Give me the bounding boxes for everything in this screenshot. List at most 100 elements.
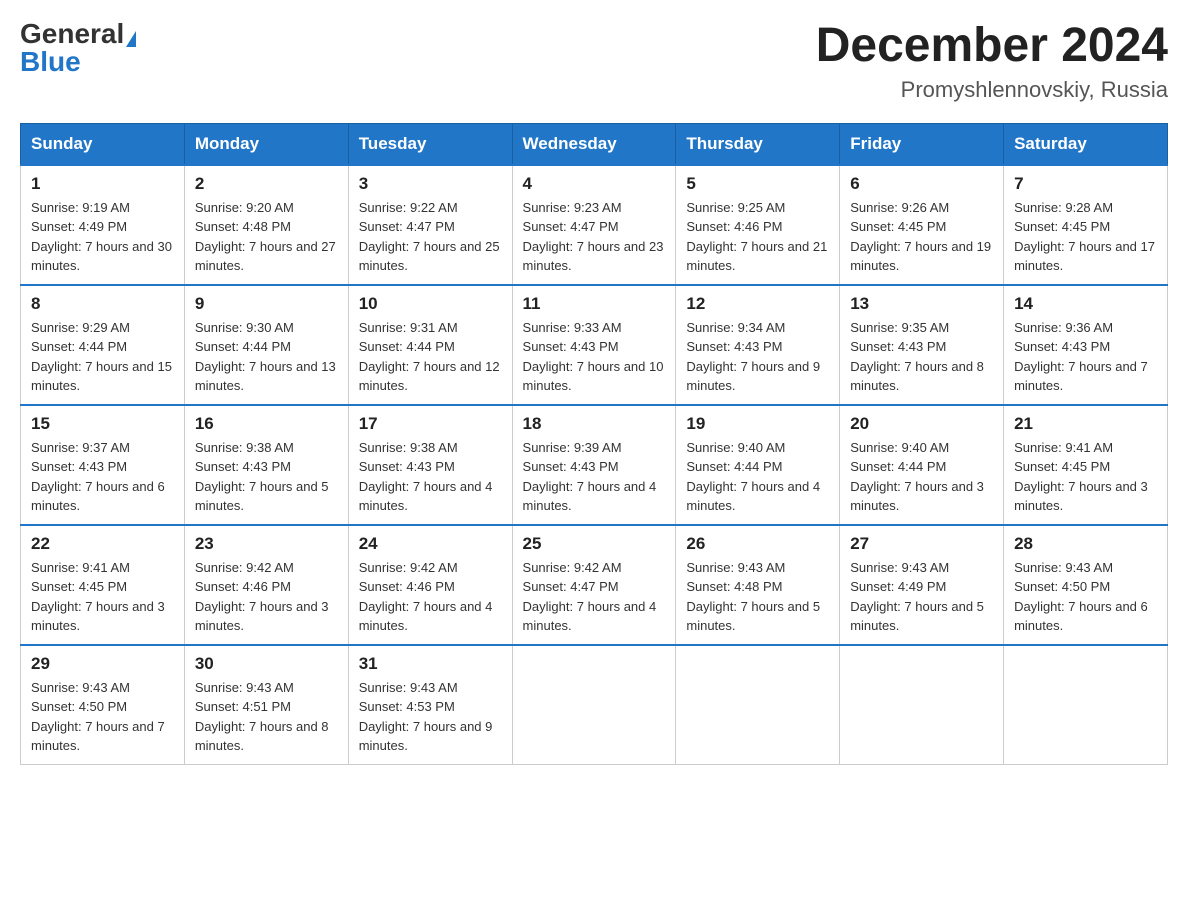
calendar-cell — [1004, 645, 1168, 765]
week-row-2: 8 Sunrise: 9:29 AMSunset: 4:44 PMDayligh… — [21, 285, 1168, 405]
day-info: Sunrise: 9:28 AMSunset: 4:45 PMDaylight:… — [1014, 200, 1155, 274]
day-number: 18 — [523, 414, 666, 434]
logo: General Blue — [20, 20, 136, 76]
day-number: 16 — [195, 414, 338, 434]
calendar-cell: 29 Sunrise: 9:43 AMSunset: 4:50 PMDaylig… — [21, 645, 185, 765]
day-info: Sunrise: 9:38 AMSunset: 4:43 PMDaylight:… — [195, 440, 329, 514]
day-info: Sunrise: 9:42 AMSunset: 4:46 PMDaylight:… — [195, 560, 329, 634]
calendar-header-row: Sunday Monday Tuesday Wednesday Thursday… — [21, 123, 1168, 165]
day-info: Sunrise: 9:34 AMSunset: 4:43 PMDaylight:… — [686, 320, 820, 394]
logo-triangle-icon — [126, 31, 136, 47]
day-info: Sunrise: 9:38 AMSunset: 4:43 PMDaylight:… — [359, 440, 493, 514]
calendar-cell: 11 Sunrise: 9:33 AMSunset: 4:43 PMDaylig… — [512, 285, 676, 405]
calendar-cell: 16 Sunrise: 9:38 AMSunset: 4:43 PMDaylig… — [184, 405, 348, 525]
calendar-cell: 1 Sunrise: 9:19 AMSunset: 4:49 PMDayligh… — [21, 165, 185, 285]
day-info: Sunrise: 9:40 AMSunset: 4:44 PMDaylight:… — [850, 440, 984, 514]
logo-general: General — [20, 18, 124, 49]
calendar-cell: 23 Sunrise: 9:42 AMSunset: 4:46 PMDaylig… — [184, 525, 348, 645]
logo-text: General — [20, 20, 136, 48]
calendar-cell: 26 Sunrise: 9:43 AMSunset: 4:48 PMDaylig… — [676, 525, 840, 645]
day-number: 17 — [359, 414, 502, 434]
calendar-cell — [676, 645, 840, 765]
calendar-cell: 30 Sunrise: 9:43 AMSunset: 4:51 PMDaylig… — [184, 645, 348, 765]
calendar-cell: 21 Sunrise: 9:41 AMSunset: 4:45 PMDaylig… — [1004, 405, 1168, 525]
day-number: 13 — [850, 294, 993, 314]
calendar-cell: 15 Sunrise: 9:37 AMSunset: 4:43 PMDaylig… — [21, 405, 185, 525]
day-info: Sunrise: 9:43 AMSunset: 4:51 PMDaylight:… — [195, 680, 329, 754]
day-number: 12 — [686, 294, 829, 314]
day-number: 20 — [850, 414, 993, 434]
page-header: General Blue December 2024 Promyshlennov… — [20, 20, 1168, 103]
day-number: 21 — [1014, 414, 1157, 434]
day-info: Sunrise: 9:43 AMSunset: 4:50 PMDaylight:… — [31, 680, 165, 754]
header-wednesday: Wednesday — [512, 123, 676, 165]
day-number: 11 — [523, 294, 666, 314]
logo-blue: Blue — [20, 46, 81, 77]
header-friday: Friday — [840, 123, 1004, 165]
day-number: 31 — [359, 654, 502, 674]
calendar-cell: 9 Sunrise: 9:30 AMSunset: 4:44 PMDayligh… — [184, 285, 348, 405]
day-info: Sunrise: 9:31 AMSunset: 4:44 PMDaylight:… — [359, 320, 500, 394]
calendar-cell: 13 Sunrise: 9:35 AMSunset: 4:43 PMDaylig… — [840, 285, 1004, 405]
day-number: 1 — [31, 174, 174, 194]
day-info: Sunrise: 9:26 AMSunset: 4:45 PMDaylight:… — [850, 200, 991, 274]
day-number: 10 — [359, 294, 502, 314]
day-number: 30 — [195, 654, 338, 674]
week-row-1: 1 Sunrise: 9:19 AMSunset: 4:49 PMDayligh… — [21, 165, 1168, 285]
day-info: Sunrise: 9:42 AMSunset: 4:47 PMDaylight:… — [523, 560, 657, 634]
day-number: 9 — [195, 294, 338, 314]
calendar-cell: 24 Sunrise: 9:42 AMSunset: 4:46 PMDaylig… — [348, 525, 512, 645]
day-number: 19 — [686, 414, 829, 434]
header-saturday: Saturday — [1004, 123, 1168, 165]
day-number: 23 — [195, 534, 338, 554]
day-number: 7 — [1014, 174, 1157, 194]
day-number: 8 — [31, 294, 174, 314]
calendar-cell — [512, 645, 676, 765]
day-number: 4 — [523, 174, 666, 194]
day-info: Sunrise: 9:41 AMSunset: 4:45 PMDaylight:… — [1014, 440, 1148, 514]
calendar-cell: 10 Sunrise: 9:31 AMSunset: 4:44 PMDaylig… — [348, 285, 512, 405]
day-info: Sunrise: 9:37 AMSunset: 4:43 PMDaylight:… — [31, 440, 165, 514]
calendar-cell: 5 Sunrise: 9:25 AMSunset: 4:46 PMDayligh… — [676, 165, 840, 285]
day-number: 29 — [31, 654, 174, 674]
day-info: Sunrise: 9:22 AMSunset: 4:47 PMDaylight:… — [359, 200, 500, 274]
header-tuesday: Tuesday — [348, 123, 512, 165]
calendar-cell: 18 Sunrise: 9:39 AMSunset: 4:43 PMDaylig… — [512, 405, 676, 525]
day-number: 3 — [359, 174, 502, 194]
day-info: Sunrise: 9:35 AMSunset: 4:43 PMDaylight:… — [850, 320, 984, 394]
day-info: Sunrise: 9:43 AMSunset: 4:48 PMDaylight:… — [686, 560, 820, 634]
day-number: 26 — [686, 534, 829, 554]
day-info: Sunrise: 9:23 AMSunset: 4:47 PMDaylight:… — [523, 200, 664, 274]
day-number: 2 — [195, 174, 338, 194]
day-info: Sunrise: 9:39 AMSunset: 4:43 PMDaylight:… — [523, 440, 657, 514]
calendar-cell: 17 Sunrise: 9:38 AMSunset: 4:43 PMDaylig… — [348, 405, 512, 525]
week-row-4: 22 Sunrise: 9:41 AMSunset: 4:45 PMDaylig… — [21, 525, 1168, 645]
calendar-table: Sunday Monday Tuesday Wednesday Thursday… — [20, 123, 1168, 765]
calendar-cell: 12 Sunrise: 9:34 AMSunset: 4:43 PMDaylig… — [676, 285, 840, 405]
calendar-cell: 25 Sunrise: 9:42 AMSunset: 4:47 PMDaylig… — [512, 525, 676, 645]
calendar-cell: 3 Sunrise: 9:22 AMSunset: 4:47 PMDayligh… — [348, 165, 512, 285]
month-title: December 2024 — [816, 20, 1168, 73]
day-number: 14 — [1014, 294, 1157, 314]
title-block: December 2024 Promyshlennovskiy, Russia — [816, 20, 1168, 103]
day-info: Sunrise: 9:36 AMSunset: 4:43 PMDaylight:… — [1014, 320, 1148, 394]
calendar-cell: 31 Sunrise: 9:43 AMSunset: 4:53 PMDaylig… — [348, 645, 512, 765]
calendar-cell: 22 Sunrise: 9:41 AMSunset: 4:45 PMDaylig… — [21, 525, 185, 645]
day-number: 5 — [686, 174, 829, 194]
day-info: Sunrise: 9:43 AMSunset: 4:50 PMDaylight:… — [1014, 560, 1148, 634]
day-number: 15 — [31, 414, 174, 434]
day-number: 22 — [31, 534, 174, 554]
calendar-cell: 28 Sunrise: 9:43 AMSunset: 4:50 PMDaylig… — [1004, 525, 1168, 645]
week-row-3: 15 Sunrise: 9:37 AMSunset: 4:43 PMDaylig… — [21, 405, 1168, 525]
calendar-cell: 4 Sunrise: 9:23 AMSunset: 4:47 PMDayligh… — [512, 165, 676, 285]
day-info: Sunrise: 9:43 AMSunset: 4:53 PMDaylight:… — [359, 680, 493, 754]
day-info: Sunrise: 9:19 AMSunset: 4:49 PMDaylight:… — [31, 200, 172, 274]
day-info: Sunrise: 9:42 AMSunset: 4:46 PMDaylight:… — [359, 560, 493, 634]
day-number: 27 — [850, 534, 993, 554]
header-sunday: Sunday — [21, 123, 185, 165]
day-info: Sunrise: 9:30 AMSunset: 4:44 PMDaylight:… — [195, 320, 336, 394]
day-number: 25 — [523, 534, 666, 554]
day-info: Sunrise: 9:43 AMSunset: 4:49 PMDaylight:… — [850, 560, 984, 634]
day-info: Sunrise: 9:29 AMSunset: 4:44 PMDaylight:… — [31, 320, 172, 394]
calendar-cell: 7 Sunrise: 9:28 AMSunset: 4:45 PMDayligh… — [1004, 165, 1168, 285]
